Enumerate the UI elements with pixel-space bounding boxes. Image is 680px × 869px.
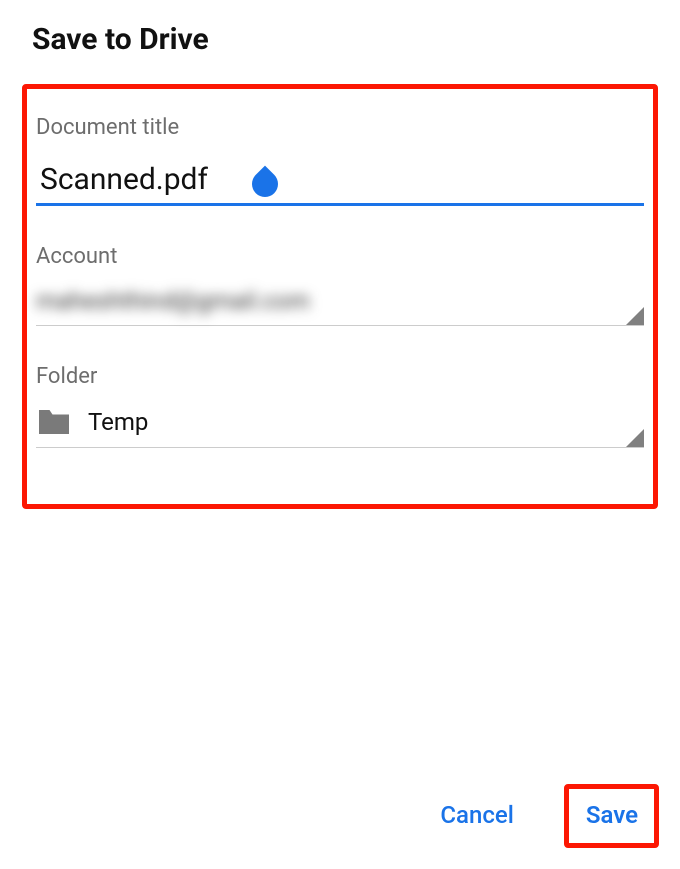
account-value: maheshthind@gmail.com (36, 287, 310, 315)
dropdown-triangle-icon (626, 307, 644, 325)
account-field-group: Account maheshthind@gmail.com (36, 244, 644, 326)
account-label: Account (36, 244, 644, 269)
form-area: Document title Account maheshthind@gmail… (0, 115, 680, 448)
cancel-button[interactable]: Cancel (428, 791, 525, 839)
folder-field-group: Folder Temp (36, 364, 644, 448)
dialog-button-row: Cancel Save (428, 791, 650, 839)
folder-label: Folder (36, 364, 644, 389)
folder-selector[interactable]: Temp (36, 407, 644, 448)
document-title-label: Document title (36, 115, 644, 140)
dialog-title: Save to Drive (0, 0, 680, 75)
save-button[interactable]: Save (574, 791, 650, 839)
document-title-input[interactable] (36, 158, 644, 206)
folder-icon (36, 407, 72, 437)
dropdown-triangle-icon (626, 429, 644, 447)
account-selector[interactable]: maheshthind@gmail.com (36, 287, 644, 326)
folder-value: Temp (88, 408, 148, 436)
document-title-field-group: Document title (36, 115, 644, 206)
